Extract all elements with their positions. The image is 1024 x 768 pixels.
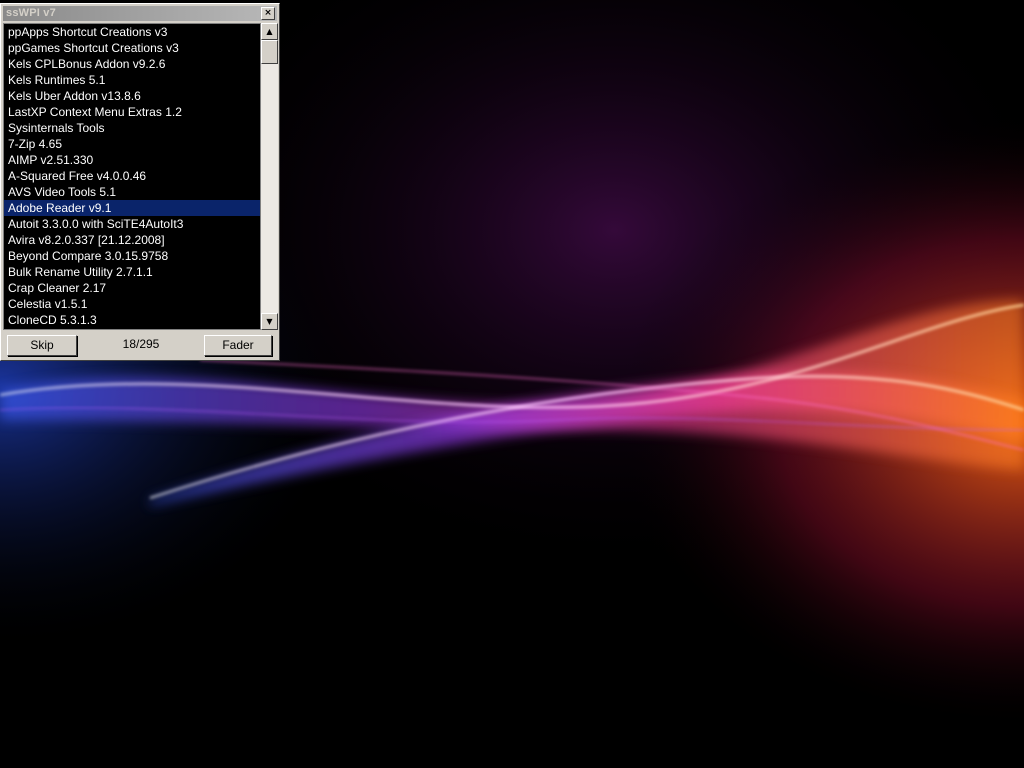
list-item[interactable]: Beyond Compare 3.0.15.9758 (4, 248, 260, 264)
scroll-up-button[interactable]: ▲ (261, 23, 278, 40)
list-item[interactable]: ppGames Shortcut Creations v3 (4, 40, 260, 56)
list-item[interactable]: Adobe Reader v9.1 (4, 200, 260, 216)
list-item[interactable]: Avira v8.2.0.337 [21.12.2008] (4, 232, 260, 248)
list-item[interactable]: 7-Zip 4.65 (4, 136, 260, 152)
title-bar[interactable]: ssWPI v7 × (3, 6, 277, 21)
desktop: ssWPI v7 × ppApps Shortcut Creations v3 p… (0, 0, 1024, 768)
skip-button[interactable]: Skip (7, 335, 77, 356)
list-item[interactable]: A-Squared Free v4.0.0.46 (4, 168, 260, 184)
list-item[interactable]: Bulk Rename Utility 2.7.1.1 (4, 264, 260, 280)
list-item[interactable]: Kels Uber Addon v13.8.6 (4, 88, 260, 104)
list-item[interactable]: AIMP v2.51.330 (4, 152, 260, 168)
list-item[interactable]: AVS Video Tools 5.1 (4, 184, 260, 200)
installer-window: ssWPI v7 × ppApps Shortcut Creations v3 p… (0, 3, 280, 361)
fader-button[interactable]: Fader (204, 335, 272, 356)
program-list[interactable]: ppApps Shortcut Creations v3 ppGames Shor… (3, 23, 261, 330)
list-item[interactable]: Autoit 3.3.0.0 with SciTE4AutoIt3 (4, 216, 260, 232)
progress-counter: 18/295 (122, 337, 160, 351)
list-item[interactable]: Kels CPLBonus Addon v9.2.6 (4, 56, 260, 72)
close-button[interactable]: × (261, 7, 275, 20)
list-item[interactable]: LastXP Context Menu Extras 1.2 (4, 104, 260, 120)
list-item[interactable]: Celestia v1.5.1 (4, 296, 260, 312)
window-title: ssWPI v7 (6, 7, 56, 19)
list-item[interactable]: Sysinternals Tools (4, 120, 260, 136)
list-item[interactable]: Kels Runtimes 5.1 (4, 72, 260, 88)
list-item[interactable]: Crap Cleaner 2.17 (4, 280, 260, 296)
vertical-scrollbar[interactable]: ▲ ▼ (261, 23, 278, 330)
scroll-down-button[interactable]: ▼ (261, 313, 278, 330)
list-item[interactable]: ppApps Shortcut Creations v3 (4, 24, 260, 40)
scroll-thumb[interactable] (261, 40, 278, 64)
list-item[interactable]: CloneCD 5.3.1.3 (4, 312, 260, 328)
